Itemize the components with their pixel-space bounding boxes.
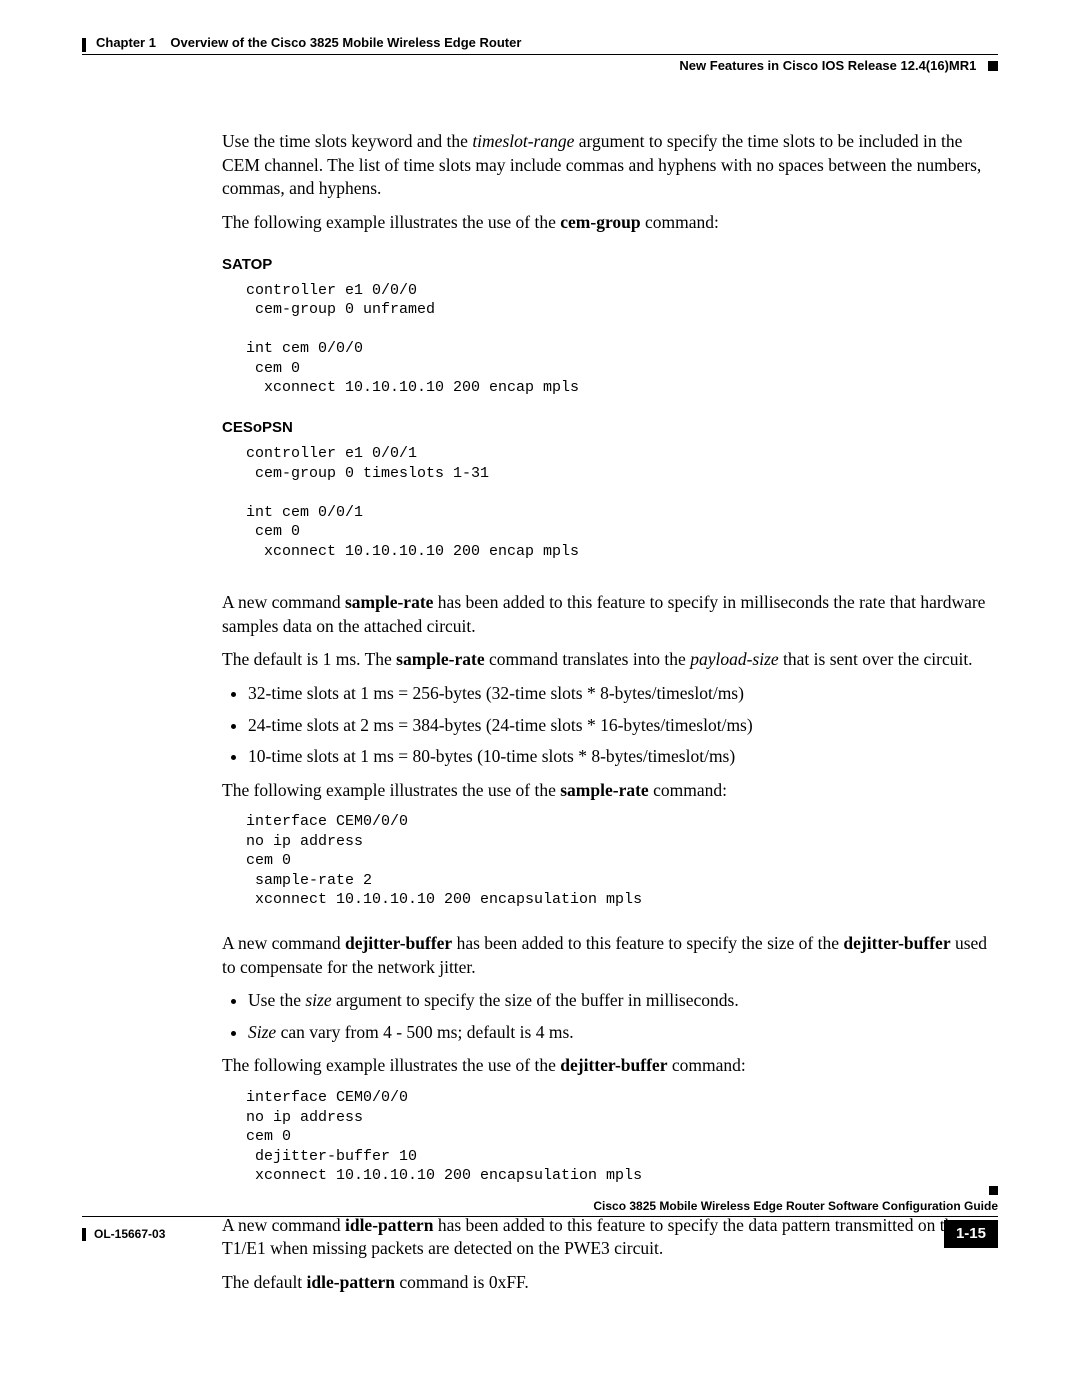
header-square-icon <box>988 61 998 71</box>
paragraph-dejitter-example: The following example illustrates the us… <box>222 1054 998 1078</box>
section-title: New Features in Cisco IOS Release 12.4(1… <box>679 58 976 73</box>
page-footer: Cisco 3825 Mobile Wireless Edge Router S… <box>82 1198 998 1248</box>
paragraph-timeslot: Use the time slots keyword and the times… <box>222 130 998 201</box>
paragraph-samplerate-example: The following example illustrates the us… <box>222 779 998 803</box>
paragraph-samplerate-new: A new command sample-rate has been added… <box>222 591 998 638</box>
footer-doc-id: OL-15667-03 <box>82 1226 165 1242</box>
chapter-label: Chapter 1 <box>96 34 156 52</box>
code-dejitter: interface CEM0/0/0 no ip address cem 0 d… <box>246 1088 998 1186</box>
footer-square-icon <box>989 1186 998 1195</box>
running-header-line1: Chapter 1 Overview of the Cisco 3825 Mob… <box>82 34 998 52</box>
footer-rule <box>82 1216 998 1217</box>
list-item: Size can vary from 4 - 500 ms; default i… <box>248 1021 998 1045</box>
list-item: 32-time slots at 1 ms = 256-bytes (32-ti… <box>248 682 998 706</box>
header-rule <box>82 54 998 55</box>
paragraph-dejitter-new: A new command dejitter-buffer has been a… <box>222 932 998 979</box>
paragraph-idlepattern-default: The default idle-pattern command is 0xFF… <box>222 1271 998 1295</box>
heading-cesopsn: CESoPSN <box>222 418 998 438</box>
page-number: 1-15 <box>944 1220 998 1248</box>
list-item: Use the size argument to specify the siz… <box>248 989 998 1013</box>
footer-rule-mark <box>82 1228 86 1241</box>
code-satop: controller e1 0/0/0 cem-group 0 unframed… <box>246 281 998 398</box>
paragraph-cemgroup-intro: The following example illustrates the us… <box>222 211 998 235</box>
list-item: 24-time slots at 2 ms = 384-bytes (24-ti… <box>248 714 998 738</box>
code-samplerate: interface CEM0/0/0 no ip address cem 0 s… <box>246 812 998 910</box>
list-item: 10-time slots at 1 ms = 80-bytes (10-tim… <box>248 745 998 769</box>
running-header-line2: New Features in Cisco IOS Release 12.4(1… <box>82 57 998 75</box>
header-rule-mark <box>82 38 86 52</box>
chapter-title: Overview of the Cisco 3825 Mobile Wirele… <box>170 34 521 52</box>
heading-satop: SATOP <box>222 255 998 275</box>
page-body: Use the time slots keyword and the times… <box>222 130 998 1294</box>
code-cesopsn: controller e1 0/0/1 cem-group 0 timeslot… <box>246 444 998 561</box>
footer-book-title: Cisco 3825 Mobile Wireless Edge Router S… <box>82 1198 998 1214</box>
paragraph-samplerate-default: The default is 1 ms. The sample-rate com… <box>222 648 998 672</box>
bullet-list-dejitter: Use the size argument to specify the siz… <box>222 989 998 1044</box>
bullet-list-payload: 32-time slots at 1 ms = 256-bytes (32-ti… <box>222 682 998 769</box>
